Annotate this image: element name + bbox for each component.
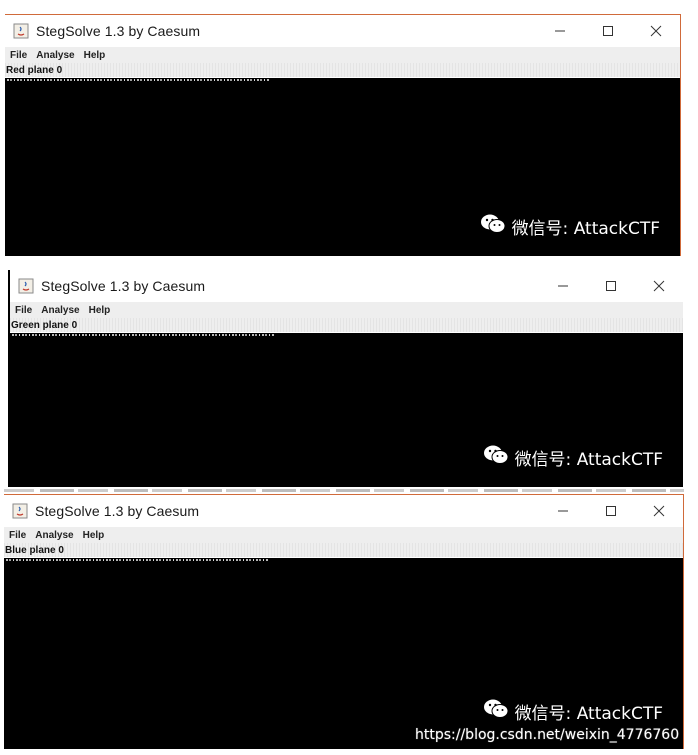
wechat-icon [480, 213, 506, 240]
close-button[interactable] [635, 495, 683, 527]
menu-analyse[interactable]: Analyse [41, 305, 79, 316]
menu-analyse[interactable]: Analyse [35, 530, 73, 541]
minimize-button[interactable] [536, 15, 584, 47]
title-bar[interactable]: StegSolve 1.3 by Caesum [4, 495, 683, 527]
source-url-watermark: https://blog.csdn.net/weixin_4776760 [415, 727, 680, 743]
image-canvas: 微信号: AttackCTF [10, 333, 683, 487]
close-button[interactable] [635, 270, 683, 302]
plane-label: Blue plane 0 [5, 544, 64, 556]
bitplane-noise-row [6, 559, 268, 561]
close-button[interactable] [632, 15, 680, 47]
title-bar[interactable]: StegSolve 1.3 by Caesum [10, 270, 683, 302]
minimize-button[interactable] [539, 270, 587, 302]
window-title: StegSolve 1.3 by Caesum [36, 23, 201, 39]
watermark: 微信号: AttackCTF [483, 698, 663, 725]
wechat-icon [483, 698, 509, 725]
bitplane-noise-row [12, 334, 274, 336]
menu-bar: File Analyse Help [10, 302, 683, 318]
menu-analyse[interactable]: Analyse [36, 50, 74, 61]
plane-label-bar: Blue plane 0 [4, 543, 683, 558]
java-app-icon [12, 503, 28, 519]
window-controls [536, 15, 680, 47]
maximize-button[interactable] [587, 270, 635, 302]
watermark-text: 微信号: AttackCTF [514, 450, 663, 470]
menu-help[interactable]: Help [83, 530, 105, 541]
maximize-button[interactable] [584, 15, 632, 47]
menu-file[interactable]: File [15, 305, 32, 316]
image-canvas: 微信号: AttackCTF [5, 78, 680, 256]
bitplane-noise-row [7, 79, 269, 81]
wechat-icon [483, 444, 509, 471]
watermark-text: 微信号: AttackCTF [511, 219, 660, 239]
watermark: 微信号: AttackCTF [480, 213, 660, 240]
menu-file[interactable]: File [9, 530, 26, 541]
window-controls [539, 270, 683, 302]
java-app-icon [13, 23, 29, 39]
menu-help[interactable]: Help [84, 50, 106, 61]
watermark: 微信号: AttackCTF [483, 444, 663, 471]
plane-label: Green plane 0 [11, 319, 78, 331]
java-app-icon [18, 278, 34, 294]
stegsolve-window-blue: StegSolve 1.3 by Caesum File Analyse Hel… [4, 494, 684, 749]
window-controls [539, 495, 683, 527]
minimize-button[interactable] [539, 495, 587, 527]
separator-strip [4, 489, 684, 492]
menu-help[interactable]: Help [89, 305, 111, 316]
window-title: StegSolve 1.3 by Caesum [35, 503, 200, 519]
menu-bar: File Analyse Help [4, 527, 683, 543]
plane-label-bar: Red plane 0 [5, 63, 680, 78]
stegsolve-window-green: StegSolve 1.3 by Caesum File Analyse Hel… [8, 270, 683, 487]
plane-label-bar: Green plane 0 [10, 318, 683, 333]
stegsolve-window-red: StegSolve 1.3 by Caesum File Analyse Hel… [5, 14, 681, 256]
image-canvas: 微信号: AttackCTF [4, 558, 683, 749]
menu-file[interactable]: File [10, 50, 27, 61]
plane-label: Red plane 0 [6, 64, 63, 76]
watermark-text: 微信号: AttackCTF [514, 704, 663, 724]
title-bar[interactable]: StegSolve 1.3 by Caesum [5, 15, 680, 47]
menu-bar: File Analyse Help [5, 47, 680, 63]
maximize-button[interactable] [587, 495, 635, 527]
window-title: StegSolve 1.3 by Caesum [41, 278, 206, 294]
